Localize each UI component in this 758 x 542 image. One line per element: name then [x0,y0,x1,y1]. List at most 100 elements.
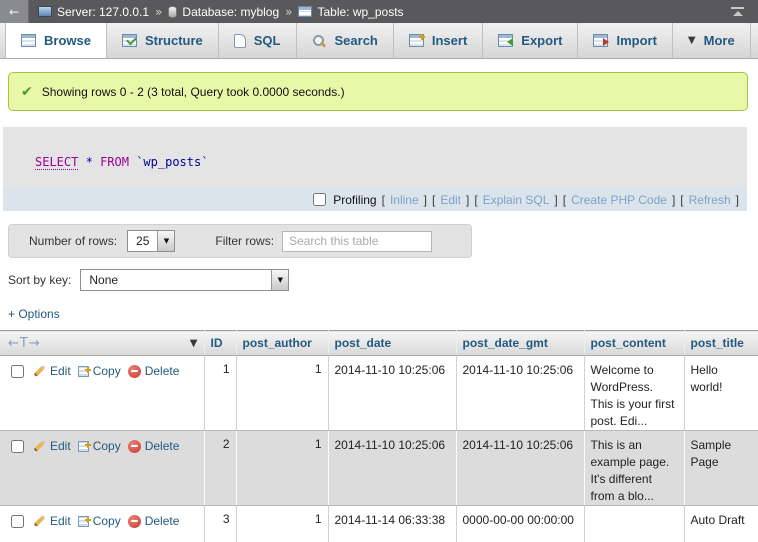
back-arrow-icon: ← [9,5,19,19]
export-icon [498,34,513,47]
table-header-row: ←T→ ▼ ID post_author post_date post_date… [0,331,758,356]
back-button[interactable]: ← [0,0,29,23]
tab-import-label: Import [616,33,656,48]
cell-post-author: 1 [236,356,328,431]
sort-by-key-label: Sort by key: [8,273,71,287]
success-check-icon: ✔ [21,84,33,100]
cell-post-content: This is an example page. It's different … [584,431,684,506]
delete-icon [128,365,141,378]
filter-rows-input[interactable] [282,231,432,252]
delete-row-button[interactable]: Delete [128,439,180,453]
copy-row-button[interactable]: Copy [78,514,121,528]
sql-keyword-select: SELECT [35,155,78,170]
search-icon [312,34,327,48]
bracket: ] [466,193,469,207]
results-controls-bar: Number of rows: 25 ▼ Filter rows: [8,224,472,258]
tab-structure[interactable]: Structure [107,23,219,58]
col-header-post-date[interactable]: post_date [328,331,456,356]
edit-row-button[interactable]: Edit [33,364,71,378]
table-icon [298,6,312,17]
cell-post-date-gmt: 2014-11-10 10:25:06 [456,356,584,431]
col-header-post-date-gmt[interactable]: post_date_gmt [456,331,584,356]
col-header-post-content[interactable]: post_content [584,331,684,356]
table-row: Edit Copy Delete 2 1 2014-11-10 1 [0,431,758,506]
options-toggle[interactable]: + Options [8,307,758,321]
sort-by-key-select[interactable]: None ▼ [80,269,289,291]
bracket: [ [474,193,477,207]
breadcrumb-table[interactable]: Table: wp_posts [298,5,403,19]
tab-sql[interactable]: SQL [219,23,297,58]
tab-browse-label: Browse [44,33,91,48]
col-header-id[interactable]: ID [204,331,236,356]
cell-post-author: 1 [236,431,328,506]
bracket: [ [382,193,385,207]
inline-link[interactable]: Inline [390,193,419,207]
collapse-console-icon[interactable] [731,7,744,16]
tab-more[interactable]: ▼ More [673,23,751,58]
tab-more-label: More [704,33,735,48]
create-php-code-link[interactable]: Create PHP Code [571,193,667,207]
filter-rows-label: Filter rows: [215,234,274,248]
breadcrumb-server[interactable]: Server: 127.0.0.1 [38,5,149,19]
breadcrumb-separator: » [285,5,292,19]
structure-icon [122,34,137,47]
row-checkbox[interactable] [11,515,24,528]
delete-row-button[interactable]: Delete [128,514,180,528]
delete-label: Delete [145,439,180,453]
status-message: ✔ Showing rows 0 - 2 (3 total, Query too… [8,72,748,111]
edit-query-link[interactable]: Edit [440,193,461,207]
column-marker-icon: ←T→ [8,336,41,351]
results-table: ←T→ ▼ ID post_author post_date post_date… [0,330,758,542]
sql-table-name: `wp_posts` [136,155,208,169]
breadcrumb-separator: » [155,5,162,19]
sql-keyword-from: FROM [100,155,129,169]
explain-sql-link[interactable]: Explain SQL [483,193,550,207]
browse-icon [21,34,36,47]
cell-post-content [584,506,684,542]
tab-import[interactable]: Import [578,23,672,58]
sql-query-text: SELECT * FROM `wp_posts` [3,127,747,188]
sort-by-key-row: Sort by key: None ▼ [8,269,758,291]
insert-icon [409,34,424,47]
copy-icon [78,366,89,377]
col-header-post-title[interactable]: post_title [684,331,758,356]
tab-browse[interactable]: Browse [5,23,107,58]
cell-post-date-gmt: 0000-00-00 00:00:00 [456,506,584,542]
breadcrumb: Server: 127.0.0.1 » Database: myblog » T… [38,5,404,19]
breadcrumb-database[interactable]: Database: myblog [168,5,279,19]
pencil-icon [33,440,45,452]
cell-id: 3 [204,506,236,542]
header-dropdown-icon[interactable]: ▼ [190,338,198,349]
bracket: ] [554,193,557,207]
col-header-post-author[interactable]: post_author [236,331,328,356]
table-row: Edit Copy Delete 1 1 2014-11-10 1 [0,356,758,431]
copy-row-button[interactable]: Copy [78,364,121,378]
delete-icon [128,440,141,453]
select-arrow-icon: ▼ [157,231,174,251]
tab-export[interactable]: Export [483,23,578,58]
copy-label: Copy [93,439,121,453]
cell-post-date: 2014-11-14 06:33:38 [328,506,456,542]
database-icon [168,6,177,18]
delete-row-button[interactable]: Delete [128,364,180,378]
collapse-bar [731,7,744,9]
cell-post-title: Hello world! [684,356,758,431]
profiling-checkbox[interactable] [313,193,326,206]
row-checkbox[interactable] [11,365,24,378]
phpmyadmin-window: ← Server: 127.0.0.1 » Database: myblog »… [0,0,758,542]
edit-row-button[interactable]: Edit [33,439,71,453]
copy-label: Copy [93,364,121,378]
tab-insert[interactable]: Insert [394,23,483,58]
breadcrumb-database-label: Database: myblog [182,5,279,19]
copy-row-button[interactable]: Copy [78,439,121,453]
number-of-rows-select[interactable]: 25 ▼ [127,230,175,252]
query-toolbar: Profiling [ Inline ] [ Edit ] [ Explain … [3,188,747,211]
cell-post-title: Sample Page [684,431,758,506]
refresh-link[interactable]: Refresh [689,193,731,207]
tab-search[interactable]: Search [297,23,394,58]
select-arrow-icon: ▼ [271,270,288,290]
row-checkbox[interactable] [11,440,24,453]
bracket: ] [672,193,675,207]
pencil-icon [33,365,45,377]
edit-row-button[interactable]: Edit [33,514,71,528]
